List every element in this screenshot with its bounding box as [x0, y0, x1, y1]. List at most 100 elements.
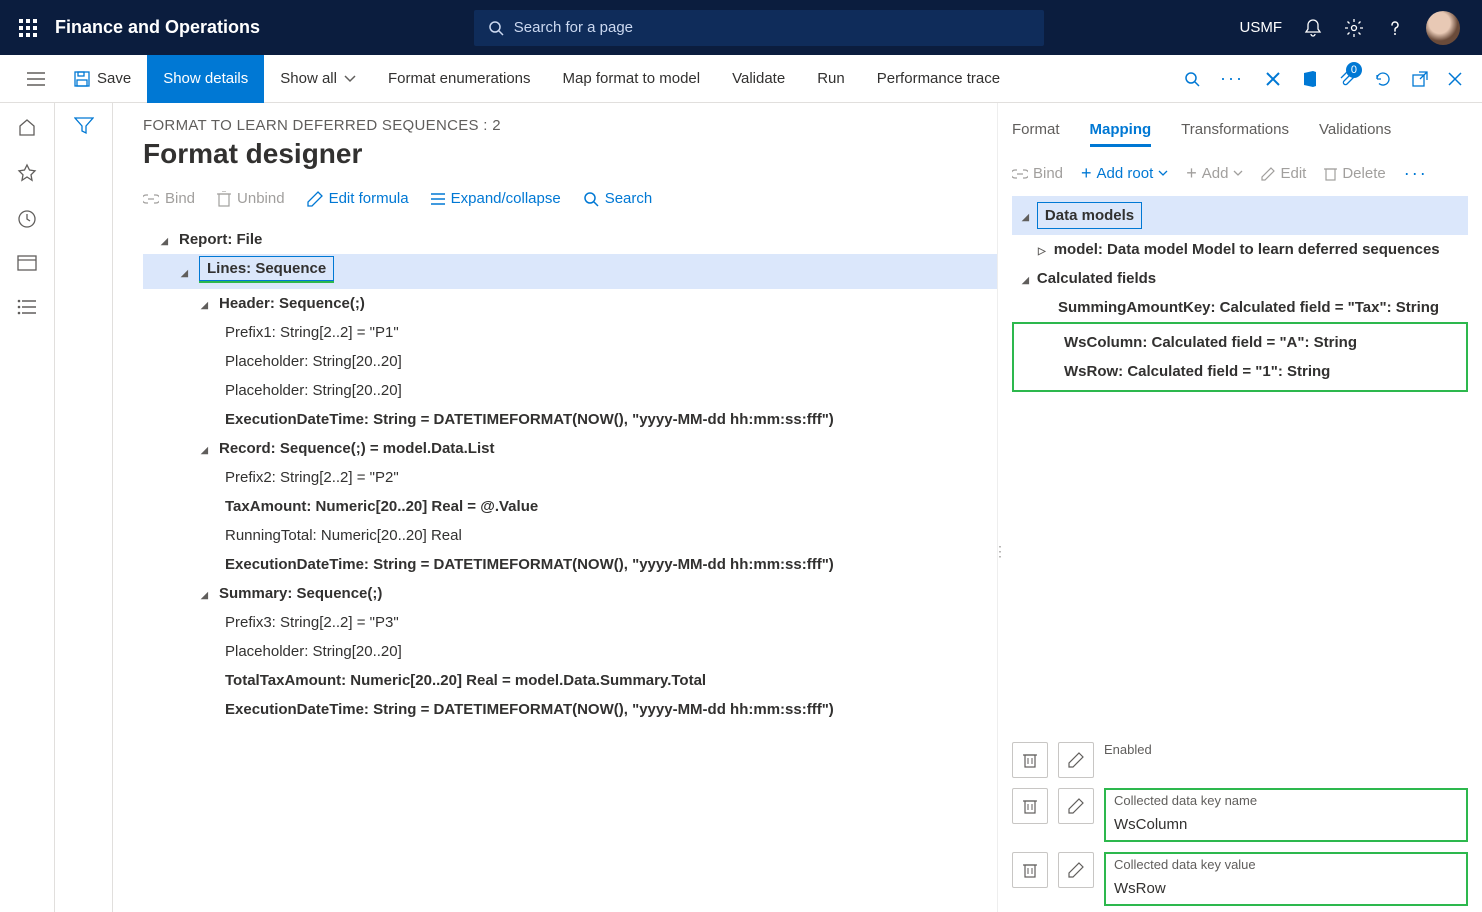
tab-transformations[interactable]: Transformations	[1181, 121, 1289, 147]
rp-add-root-button[interactable]: + Add root	[1081, 163, 1168, 184]
tree-node-execdate2[interactable]: ExecutionDateTime: String = DATETIMEFORM…	[143, 550, 997, 579]
rp-edit-button[interactable]: Edit	[1261, 165, 1306, 182]
edit-keyvalue-button[interactable]	[1058, 852, 1094, 888]
edit-keyname-button[interactable]	[1058, 788, 1094, 824]
modules-nav[interactable]	[17, 299, 37, 315]
rp-add-button[interactable]: + Add	[1186, 163, 1243, 184]
tree-node-placeholder2[interactable]: Placeholder: String[20..20]	[143, 376, 997, 405]
mapping-node-model[interactable]: model: Data model Model to learn deferre…	[1012, 235, 1468, 264]
left-rail	[0, 103, 55, 912]
tree-node-prefix1[interactable]: Prefix1: String[2..2] = "P1"	[143, 318, 997, 347]
mapping-node-datamodels[interactable]: Data models	[1012, 196, 1468, 235]
tree-search-label: Search	[605, 190, 653, 207]
tab-format[interactable]: Format	[1012, 121, 1060, 147]
validate-label: Validate	[732, 70, 785, 87]
edit-formula-button[interactable]: Edit formula	[307, 190, 409, 207]
trash-icon	[1324, 166, 1337, 181]
notifications-icon[interactable]	[1304, 18, 1322, 38]
bind-button[interactable]: Bind	[143, 190, 195, 207]
workspaces-nav[interactable]	[17, 255, 37, 273]
show-details-button[interactable]: Show details	[147, 55, 264, 103]
main: FORMAT TO LEARN DEFERRED SEQUENCES : 2 F…	[113, 103, 1482, 912]
tree-node-runningtotal[interactable]: RunningTotal: Numeric[20..20] Real	[143, 521, 997, 550]
tab-validations[interactable]: Validations	[1319, 121, 1391, 147]
tree-label: ExecutionDateTime: String = DATETIMEFORM…	[225, 701, 834, 718]
tree-node-lines[interactable]: Lines: Sequence	[143, 254, 997, 289]
refresh-button[interactable]	[1374, 70, 1392, 88]
tree-node-header[interactable]: Header: Sequence(;)	[143, 289, 997, 318]
enabled-label: Enabled	[1104, 742, 1468, 757]
rp-delete-button[interactable]: Delete	[1324, 165, 1385, 182]
tree-label: Calculated fields	[1037, 270, 1156, 287]
list-icon	[431, 193, 445, 205]
tree-node-summary[interactable]: Summary: Sequence(;)	[143, 579, 997, 608]
attachments-badge: 0	[1346, 62, 1362, 78]
app-launcher-button[interactable]	[0, 19, 55, 37]
attachments-button[interactable]: 0	[1338, 70, 1354, 88]
resize-handle[interactable]: ⋮	[993, 543, 1009, 560]
cmd-search-button[interactable]	[1184, 71, 1200, 87]
delete-keyname-button[interactable]	[1012, 788, 1048, 824]
delete-keyvalue-button[interactable]	[1012, 852, 1048, 888]
tree-node-record[interactable]: Record: Sequence(;) = model.Data.List	[143, 434, 997, 463]
show-all-button[interactable]: Show all	[264, 55, 372, 103]
edit-enabled-button[interactable]	[1058, 742, 1094, 778]
key-value-box: Collected data key value WsRow	[1104, 852, 1468, 906]
tree-node-placeholder1[interactable]: Placeholder: String[20..20]	[143, 347, 997, 376]
format-enumerations-button[interactable]: Format enumerations	[372, 55, 547, 103]
company-code[interactable]: USMF	[1240, 19, 1283, 36]
refresh-icon	[1374, 70, 1392, 88]
filter-button[interactable]	[74, 117, 94, 912]
tab-label: Transformations	[1181, 121, 1289, 138]
rp-more-button[interactable]: ···	[1404, 163, 1428, 184]
mapping-node-summingkey[interactable]: SummingAmountKey: Calculated field = "Ta…	[1012, 293, 1468, 322]
save-button[interactable]: Save	[58, 55, 147, 103]
performance-trace-button[interactable]: Performance trace	[861, 55, 1016, 103]
tree-node-totaltax[interactable]: TotalTaxAmount: Numeric[20..20] Real = m…	[143, 666, 997, 695]
expand-collapse-button[interactable]: Expand/collapse	[431, 190, 561, 207]
settings-icon[interactable]	[1344, 18, 1364, 38]
connector-button[interactable]	[1264, 70, 1282, 88]
waffle-icon	[19, 19, 37, 37]
tree-node-taxamount[interactable]: TaxAmount: Numeric[20..20] Real = @.Valu…	[143, 492, 997, 521]
close-button[interactable]	[1448, 72, 1462, 86]
more-button[interactable]: ···	[1220, 68, 1244, 89]
tab-mapping[interactable]: Mapping	[1090, 121, 1152, 147]
unbind-button[interactable]: Unbind	[217, 190, 285, 207]
key-value-row: Collected data key value WsRow	[1012, 852, 1468, 906]
enabled-row: Enabled	[1012, 742, 1468, 778]
rp-add-label: Add	[1202, 165, 1229, 182]
rp-delete-label: Delete	[1342, 165, 1385, 182]
home-nav[interactable]	[17, 117, 37, 137]
right-pane: ⋮ Format Mapping Transformations Validat…	[997, 103, 1482, 912]
map-format-label: Map format to model	[563, 70, 701, 87]
favorites-nav[interactable]	[17, 163, 37, 183]
map-format-to-model-button[interactable]: Map format to model	[547, 55, 717, 103]
tree-label: Prefix1: String[2..2] = "P1"	[225, 324, 399, 341]
validate-button[interactable]: Validate	[716, 55, 801, 103]
key-name-value[interactable]: WsColumn	[1114, 812, 1458, 837]
key-value-value[interactable]: WsRow	[1114, 876, 1458, 901]
mapping-node-wscolumn[interactable]: WsColumn: Calculated field = "A": String	[1018, 328, 1462, 357]
app-title: Finance and Operations	[55, 17, 260, 38]
rp-bind-button[interactable]: Bind	[1012, 165, 1063, 182]
mapping-node-wsrow[interactable]: WsRow: Calculated field = "1": String	[1018, 357, 1462, 386]
tree-node-prefix2[interactable]: Prefix2: String[2..2] = "P2"	[143, 463, 997, 492]
popout-button[interactable]	[1412, 71, 1428, 87]
search-input[interactable]: Search for a page	[474, 10, 1044, 46]
recent-nav[interactable]	[17, 209, 37, 229]
office-button[interactable]	[1302, 70, 1318, 88]
run-button[interactable]: Run	[801, 55, 861, 103]
tree-node-report[interactable]: Report: File	[143, 225, 997, 254]
avatar[interactable]	[1426, 11, 1460, 45]
tree-search-button[interactable]: Search	[583, 190, 653, 207]
mapping-node-calcfields[interactable]: Calculated fields	[1012, 264, 1468, 293]
tree-node-placeholder3[interactable]: Placeholder: String[20..20]	[143, 637, 997, 666]
search-icon	[488, 20, 504, 36]
tree-node-execdate1[interactable]: ExecutionDateTime: String = DATETIMEFORM…	[143, 405, 997, 434]
tree-node-execdate3[interactable]: ExecutionDateTime: String = DATETIMEFORM…	[143, 695, 997, 724]
delete-enabled-button[interactable]	[1012, 742, 1048, 778]
tree-node-prefix3[interactable]: Prefix3: String[2..2] = "P3"	[143, 608, 997, 637]
help-icon[interactable]	[1386, 19, 1404, 37]
hamburger-button[interactable]	[14, 72, 58, 86]
